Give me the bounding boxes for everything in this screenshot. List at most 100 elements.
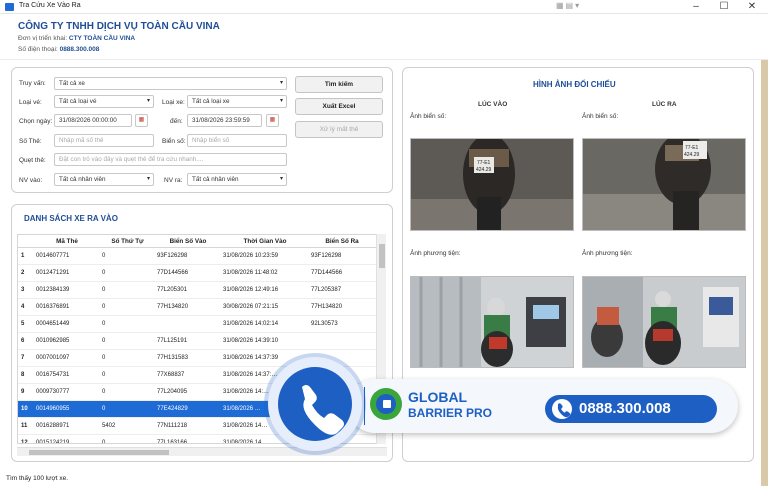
cell-plate-out: 77L205387	[311, 287, 342, 293]
cell-plate-out: 77D144566	[311, 270, 343, 276]
vehicle-in-image-label: Ảnh phương tiện:	[410, 250, 461, 257]
maximize-button[interactable]: ☐	[710, 0, 738, 14]
svg-text:424.29: 424.29	[684, 152, 700, 158]
out-label: LÚC RA	[652, 101, 677, 108]
cell-plate-in: 77L163166	[157, 440, 188, 444]
query-label: Truy vấn:	[19, 80, 46, 87]
scroll-thumb[interactable]	[29, 450, 169, 455]
app-header: CÔNG TY TNHH DỊCH VỤ TOÀN CẦU VINA Đơn v…	[0, 14, 768, 60]
cell-plate-in: 93F126298	[157, 253, 188, 259]
cell-sequence: 0	[102, 372, 106, 378]
cell-card-id: 0016288971	[36, 423, 70, 429]
cell-plate-in	[157, 316, 221, 333]
cell-row-index: 6	[21, 338, 25, 344]
logo-mark	[383, 400, 391, 408]
date-from-input[interactable]: 31/08/2026 00:00:00	[54, 114, 132, 127]
cell-plate-in: 77N111218	[157, 423, 188, 429]
cell-sequence: 0	[102, 355, 106, 361]
cell-card-id: 0012384139	[36, 287, 70, 293]
cell-card-id: 0015124219	[36, 440, 70, 444]
query-select[interactable]: Tất cả xe ▾	[54, 77, 287, 90]
staff-in-value: Tất cả nhân viên	[59, 176, 106, 183]
calendar-icon[interactable]: ▦	[135, 114, 148, 127]
col-time-in[interactable]: Thời Gian Vào	[221, 235, 309, 248]
phone-call-badge[interactable]	[268, 357, 362, 451]
svg-text:77-E1: 77-E1	[477, 160, 491, 166]
minimize-button[interactable]: –	[682, 0, 710, 14]
scan-card-input[interactable]: Đặt con trỏ vào đây và quẹt thẻ để tra c…	[54, 153, 287, 166]
cell-row-index: 12	[21, 440, 28, 444]
cell-plate-out: 77H134820	[311, 304, 343, 310]
cell-row-index: 3	[21, 287, 25, 293]
cell-sequence: 0	[102, 304, 106, 310]
cell-row-index: 9	[21, 389, 25, 395]
staff-out-select[interactable]: Tất cả nhân viên ▾	[187, 173, 287, 186]
col-card-id[interactable]: Mã Thẻ	[34, 235, 100, 248]
cell-time-in: 31/08/2026 12:49:16	[223, 287, 279, 293]
table-row[interactable]: 5 0004651449 0 31/08/2026 14:02:14 92L30573	[18, 316, 376, 333]
plate-in-illustration: 77-E1 424.29	[411, 139, 573, 230]
cell-plate-in: 77X68837	[157, 372, 185, 378]
cell-row-index: 10	[21, 406, 28, 412]
table-row[interactable]: 1 0014607771 0 93F126298 31/08/2026 10:23:59…	[18, 248, 376, 265]
ticket-type-value: Tất cả loại vé	[59, 98, 97, 105]
plate-input[interactable]: Nhập biển số	[187, 134, 287, 147]
cell-card-id: 0010962985	[36, 338, 70, 344]
close-button[interactable]: ✕	[738, 0, 766, 14]
chevron-down-icon: ▾	[146, 176, 150, 182]
vehicle-type-select[interactable]: Tất cả loại xe ▾	[187, 95, 287, 108]
cell-card-id: 0014960955	[36, 406, 70, 412]
cell-sequence: 0	[102, 338, 106, 344]
calendar-icon[interactable]: ▦	[266, 114, 279, 127]
vehicle-type-value: Tất cả loại xe	[192, 98, 230, 105]
list-title: DANH SÁCH XE RA VÀO	[24, 214, 118, 223]
cell-card-id: 0014607771	[36, 253, 70, 259]
cell-row-index: 5	[21, 321, 25, 327]
cell-sequence: 0	[102, 270, 106, 276]
toolbar-icons[interactable]: ▦▤▾	[556, 1, 581, 10]
cell-card-id: 0016376891	[36, 304, 70, 310]
scan-label: Quẹt thẻ:	[19, 157, 46, 164]
scroll-thumb[interactable]	[379, 244, 385, 268]
cell-card-id: 0004651449	[36, 321, 70, 327]
staff-in-select[interactable]: Tất cả nhân viên ▾	[54, 173, 154, 186]
table-row[interactable]: 6 0010962985 0 77L125191 31/08/2026 14:39:10	[18, 333, 376, 350]
window-title: Tra Cứu Xe Vào Ra	[19, 2, 81, 9]
col-plate-in[interactable]: Biển Số Vào	[155, 235, 221, 248]
col-plate-out[interactable]: Biển Số Ra	[309, 235, 375, 248]
date-to-input[interactable]: 31/08/2026 23:59:59	[187, 114, 262, 127]
promo-banner[interactable]: GLOBAL BARRIER PRO 0888.300.008	[268, 355, 738, 455]
ticket-type-select[interactable]: Tất cả loại vé ▾	[54, 95, 154, 108]
col-seq[interactable]: Số Thứ Tự	[100, 235, 155, 248]
deploy-label: Đơn vị triển khai:	[18, 35, 68, 42]
query-value: Tất cả xe	[59, 80, 85, 87]
cell-plate-in: 77L125191	[157, 338, 188, 344]
cell-plate-in: 77H131583	[157, 355, 189, 361]
search-button[interactable]: Tìm kiếm	[295, 76, 383, 93]
status-bar-text: Tìm thấy 100 lượt xe.	[6, 475, 69, 482]
card-no-input[interactable]: Nhập mã số thẻ	[54, 134, 154, 147]
table-row[interactable]: 3 0012384139 0 77L205301 31/08/2026 12:49:16…	[18, 282, 376, 299]
app-icon	[5, 3, 14, 11]
hotline-pill[interactable]: 0888.300.008	[545, 395, 717, 423]
plate-out-photo: 77-E1 424.29	[582, 138, 746, 231]
cell-time-in: 31/08/2026 14:02:14	[223, 321, 279, 327]
export-excel-button[interactable]: Xuất Excel	[295, 98, 383, 115]
cell-sequence: 5402	[102, 423, 116, 429]
deploy-value: CTY TOÀN CẦU VINA	[68, 35, 136, 42]
table-row[interactable]: 4 0016376891 0 77H134820 30/08/2026 07:21:15…	[18, 299, 376, 316]
plate-in-photo: 77-E1 424.29	[410, 138, 574, 231]
cell-plate-in: 77L204095	[157, 389, 188, 395]
chevron-down-icon: ▾	[279, 176, 283, 182]
table-row[interactable]: 2 0012471291 0 77D144566 31/08/2026 11:48:02…	[18, 265, 376, 282]
cell-row-index: 11	[21, 423, 28, 429]
cell-plate-out: 92L30573	[311, 321, 338, 327]
svg-text:424.29: 424.29	[476, 167, 492, 173]
cell-time-in: 31/08/2026 14:39:10	[223, 338, 279, 344]
table-header: Mã Thẻ Số Thứ Tự Biển Số Vào Thời Gian V…	[18, 235, 376, 248]
staff-in-label: NV vào:	[19, 177, 43, 184]
handle-lost-card-button[interactable]: Xử lý mất thẻ	[295, 121, 383, 138]
cell-time-in: 31/08/2026 10:23:59	[223, 253, 279, 259]
cell-row-index: 1	[21, 253, 25, 259]
svg-text:77-E1: 77-E1	[685, 145, 699, 151]
